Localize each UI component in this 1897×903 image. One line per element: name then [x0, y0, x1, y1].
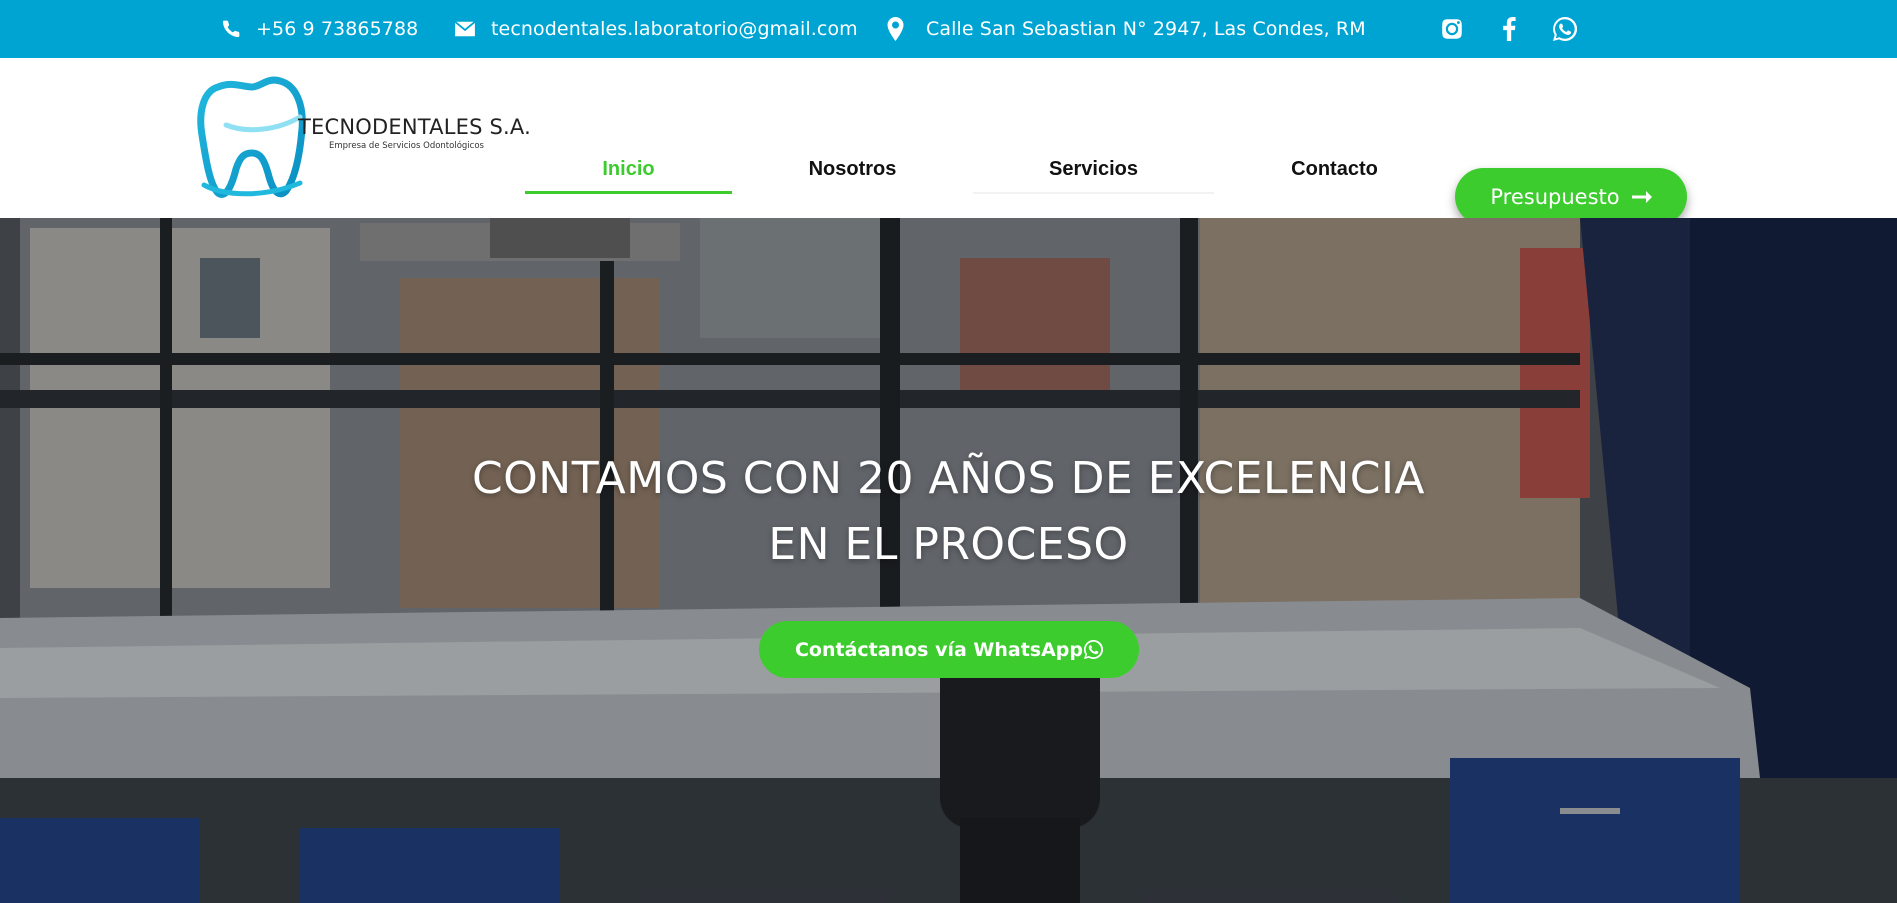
facebook-icon — [1503, 17, 1516, 41]
nav-item-label: Servicios — [1049, 158, 1138, 180]
email-contact[interactable]: tecnodentales.laboratorio@gmail.com — [454, 0, 858, 58]
phone-contact[interactable]: +56 9 73865788 — [221, 0, 418, 58]
nav-underline — [973, 192, 1214, 194]
whatsapp-button-label: Contáctanos vía WhatsApp — [794, 638, 1084, 661]
address-contact[interactable]: Calle San Sebastian N° 2947, Las Condes,… — [887, 0, 1366, 58]
nav-underline — [762, 191, 943, 194]
nav-item-inicio[interactable]: Inicio — [525, 116, 732, 223]
nav-underline — [1244, 191, 1425, 194]
nav-item-label: Inicio — [602, 158, 655, 180]
facebook-link[interactable] — [1496, 15, 1522, 43]
nav-item-label: Nosotros — [808, 158, 897, 180]
top-contact-bar: +56 9 73865788 tecnodentales.laboratorio… — [0, 0, 1897, 58]
hero-title: CONTAMOS CON 20 AÑOS DE EXCELENCIA EN EL… — [0, 446, 1897, 578]
site-logo[interactable]: TECNODENTALES S.A. Empresa de Servicios … — [196, 73, 531, 201]
hero-title-line1: CONTAMOS CON 20 AÑOS DE EXCELENCIA — [471, 453, 1426, 504]
whatsapp-contact-button[interactable]: Contáctanos vía WhatsApp — [759, 621, 1139, 678]
active-underline — [525, 191, 732, 194]
nav-item-label: Contacto — [1291, 158, 1378, 180]
brand-tagline: Empresa de Servicios Odontológicos — [329, 141, 484, 151]
brand-name: TECNODENTALES S.A. — [298, 115, 531, 139]
whatsapp-link[interactable] — [1552, 15, 1578, 43]
instagram-link[interactable] — [1439, 15, 1465, 43]
nav-item-nosotros[interactable]: Nosotros — [762, 116, 943, 223]
envelope-icon — [454, 21, 476, 37]
presupuesto-button[interactable]: Presupuesto — [1455, 168, 1687, 225]
arrow-right-icon — [1631, 190, 1652, 203]
phone-icon — [222, 20, 240, 38]
nav-item-servicios[interactable]: Servicios — [973, 116, 1214, 223]
site-header: TECNODENTALES S.A. Empresa de Servicios … — [0, 58, 1897, 225]
instagram-icon — [1442, 19, 1462, 39]
hero-section: CONTAMOS CON 20 AÑOS DE EXCELENCIA EN EL… — [0, 218, 1897, 903]
whatsapp-icon — [1553, 17, 1577, 41]
map-marker-icon — [887, 17, 904, 41]
email-address: tecnodentales.laboratorio@gmail.com — [491, 18, 858, 40]
tooth-logo-icon — [197, 76, 306, 198]
presupuesto-label: Presupuesto — [1490, 184, 1620, 209]
nav-item-contacto[interactable]: Contacto — [1244, 116, 1425, 223]
hero-title-line2: EN EL PROCESO — [768, 519, 1129, 570]
street-address: Calle San Sebastian N° 2947, Las Condes,… — [926, 18, 1366, 40]
phone-number: +56 9 73865788 — [256, 18, 419, 40]
whatsapp-icon — [1084, 640, 1104, 659]
